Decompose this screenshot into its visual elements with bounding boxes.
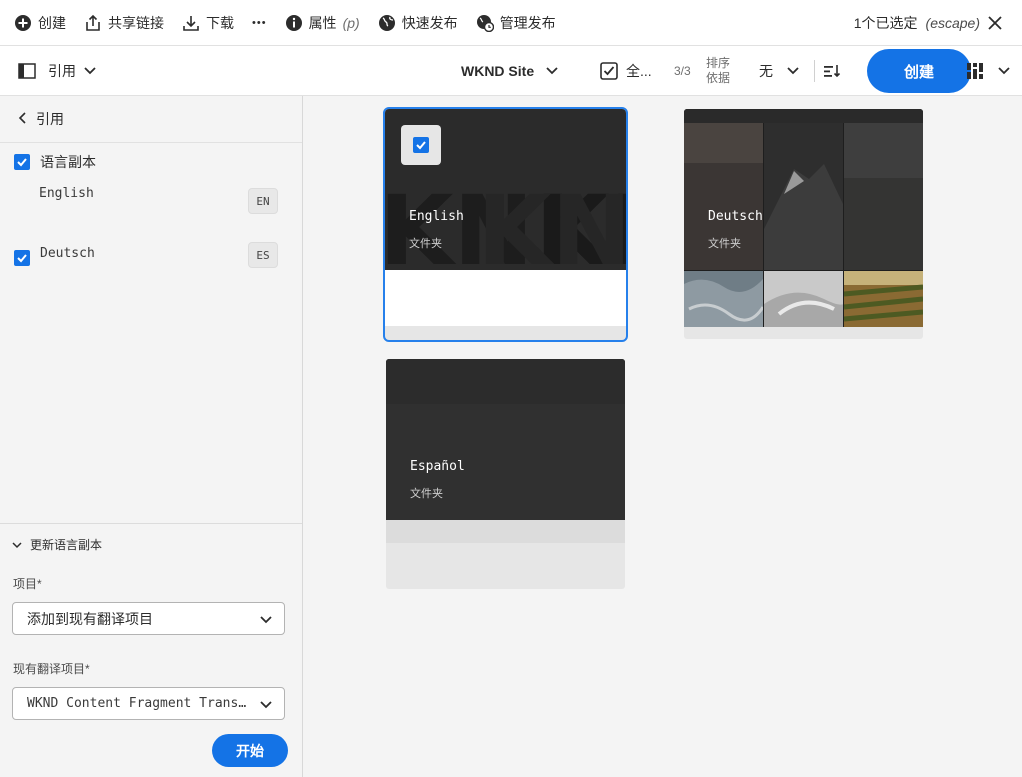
language-code-badge: ES	[248, 242, 278, 268]
manage-publish-label: 管理发布	[499, 14, 556, 31]
item-count: 3/3	[674, 64, 691, 78]
toolbar: 引用 WKND Site 全... 3/3 排序 依据 无 创建	[0, 46, 1022, 96]
language-checkbox[interactable]	[14, 250, 30, 266]
language-name: Deutsch	[40, 245, 95, 261]
select-all-icon	[600, 62, 618, 80]
info-icon	[285, 14, 303, 32]
download-action[interactable]: 下载	[173, 0, 243, 46]
update-section-title: 更新语言副本	[30, 538, 103, 552]
card-thumbnail: KN KN KN English 文件夹	[385, 109, 626, 270]
language-copy-label: 语言副本	[40, 154, 96, 170]
add-circle-icon	[14, 14, 32, 32]
update-language-copies-toggle[interactable]: 更新语言副本	[0, 523, 302, 565]
existing-project-select[interactable]: WKND Content Fragment Trans…	[12, 687, 285, 720]
card-view-icon	[966, 62, 984, 80]
back-button[interactable]: 引用	[0, 96, 302, 143]
existing-project-value: WKND Content Fragment Trans…	[27, 696, 247, 711]
download-label: 下载	[206, 14, 234, 31]
sort-by-dropdown[interactable]: 无	[759, 46, 799, 96]
site-selector[interactable]: WKND Site	[461, 46, 558, 96]
folder-card-deutsch[interactable]: Deutsch 文件夹	[684, 109, 923, 339]
chevron-down-icon	[546, 67, 558, 75]
back-label: 引用	[36, 111, 64, 127]
globe-clock-icon	[476, 14, 494, 32]
sort-label-line-2: 依据	[706, 71, 731, 85]
card-type: 文件夹	[708, 238, 741, 250]
svg-text:KN: KN	[477, 175, 626, 270]
rail-toggle[interactable]: 引用	[18, 46, 96, 96]
more-icon: •••	[252, 16, 267, 29]
card-title: Español	[410, 459, 465, 474]
sort-label-line-1: 排序	[706, 56, 731, 70]
card-type: 文件夹	[409, 238, 442, 250]
globe-icon	[378, 14, 396, 32]
select-all-label: 全...	[626, 63, 652, 79]
card-thumbnail: Deutsch 文件夹	[684, 109, 923, 327]
chevron-left-icon	[18, 111, 26, 127]
chevron-down-icon	[260, 696, 272, 712]
card-thumbnail: Español 文件夹	[386, 359, 625, 520]
chevron-down-icon	[260, 611, 272, 627]
language-item: English	[39, 186, 94, 201]
divider	[814, 46, 815, 96]
share-link-action[interactable]: 共享链接	[75, 0, 173, 46]
share-icon	[84, 14, 102, 32]
create-button[interactable]: 创建	[867, 49, 971, 93]
folder-card-espanol[interactable]: Español 文件夹	[386, 359, 625, 589]
checkbox-checked-icon	[413, 137, 429, 153]
select-all-button[interactable]: 全...	[600, 46, 652, 96]
properties-shortcut: (p)	[342, 14, 360, 31]
project-select[interactable]: 添加到现有翻译项目	[12, 602, 285, 635]
rail-icon	[18, 63, 36, 79]
sort-order-icon	[823, 63, 841, 79]
create-action[interactable]: 创建	[0, 0, 75, 46]
share-label: 共享链接	[108, 14, 164, 31]
language-code-badge: EN	[248, 188, 278, 214]
view-switcher[interactable]	[966, 46, 1010, 96]
selection-status: 1个已选定 (escape)	[854, 0, 1002, 46]
language-name: English	[39, 186, 94, 201]
existing-project-label: 现有翻译项目*	[13, 662, 90, 676]
properties-label: 属性	[308, 14, 337, 31]
project-value: 添加到现有翻译项目	[27, 610, 153, 627]
sort-value: 无	[759, 63, 773, 79]
card-meta	[385, 270, 626, 326]
properties-action[interactable]: 属性 (p)	[276, 0, 369, 46]
rail-toggle-label: 引用	[48, 63, 76, 79]
card-meta	[386, 520, 625, 543]
sort-order-button[interactable]	[823, 46, 841, 96]
download-icon	[182, 14, 200, 32]
selection-count: 1个已选定	[853, 15, 918, 31]
chevron-down-icon	[12, 538, 22, 552]
start-button[interactable]: 开始	[212, 734, 288, 767]
more-actions-button[interactable]: •••	[243, 0, 276, 46]
card-title: Deutsch	[708, 209, 763, 224]
site-label: WKND Site	[461, 63, 535, 79]
chevron-down-icon	[84, 67, 96, 75]
sort-label: 排序 依据	[706, 46, 730, 96]
references-rail: 引用 语言副本 English EN Deutsch ES 更新语言副本 项目*…	[0, 96, 303, 777]
chevron-down-icon	[998, 67, 1010, 75]
card-title: English	[409, 209, 464, 224]
quick-publish-label: 快速发布	[401, 14, 458, 31]
language-copy-header: 语言副本	[14, 152, 96, 172]
chevron-down-icon	[787, 67, 799, 75]
create-label: 创建	[38, 14, 66, 31]
card-select-checkbox[interactable]	[401, 125, 441, 165]
close-icon[interactable]	[988, 16, 1002, 30]
project-label: 项目*	[13, 577, 42, 591]
language-copy-checkbox[interactable]	[14, 154, 30, 170]
selection-escape-hint: (escape)	[925, 15, 980, 31]
folder-card-english[interactable]: KN KN KN English 文件夹	[383, 107, 628, 342]
language-item: Deutsch	[14, 240, 95, 266]
action-bar: 创建 共享链接 下载 ••• 属性 (p) 快速发布 管理发布 1个已选定 (e…	[0, 0, 1022, 46]
quick-publish-action[interactable]: 快速发布	[369, 0, 467, 46]
card-type: 文件夹	[410, 488, 443, 500]
manage-publish-action[interactable]: 管理发布	[467, 0, 565, 46]
